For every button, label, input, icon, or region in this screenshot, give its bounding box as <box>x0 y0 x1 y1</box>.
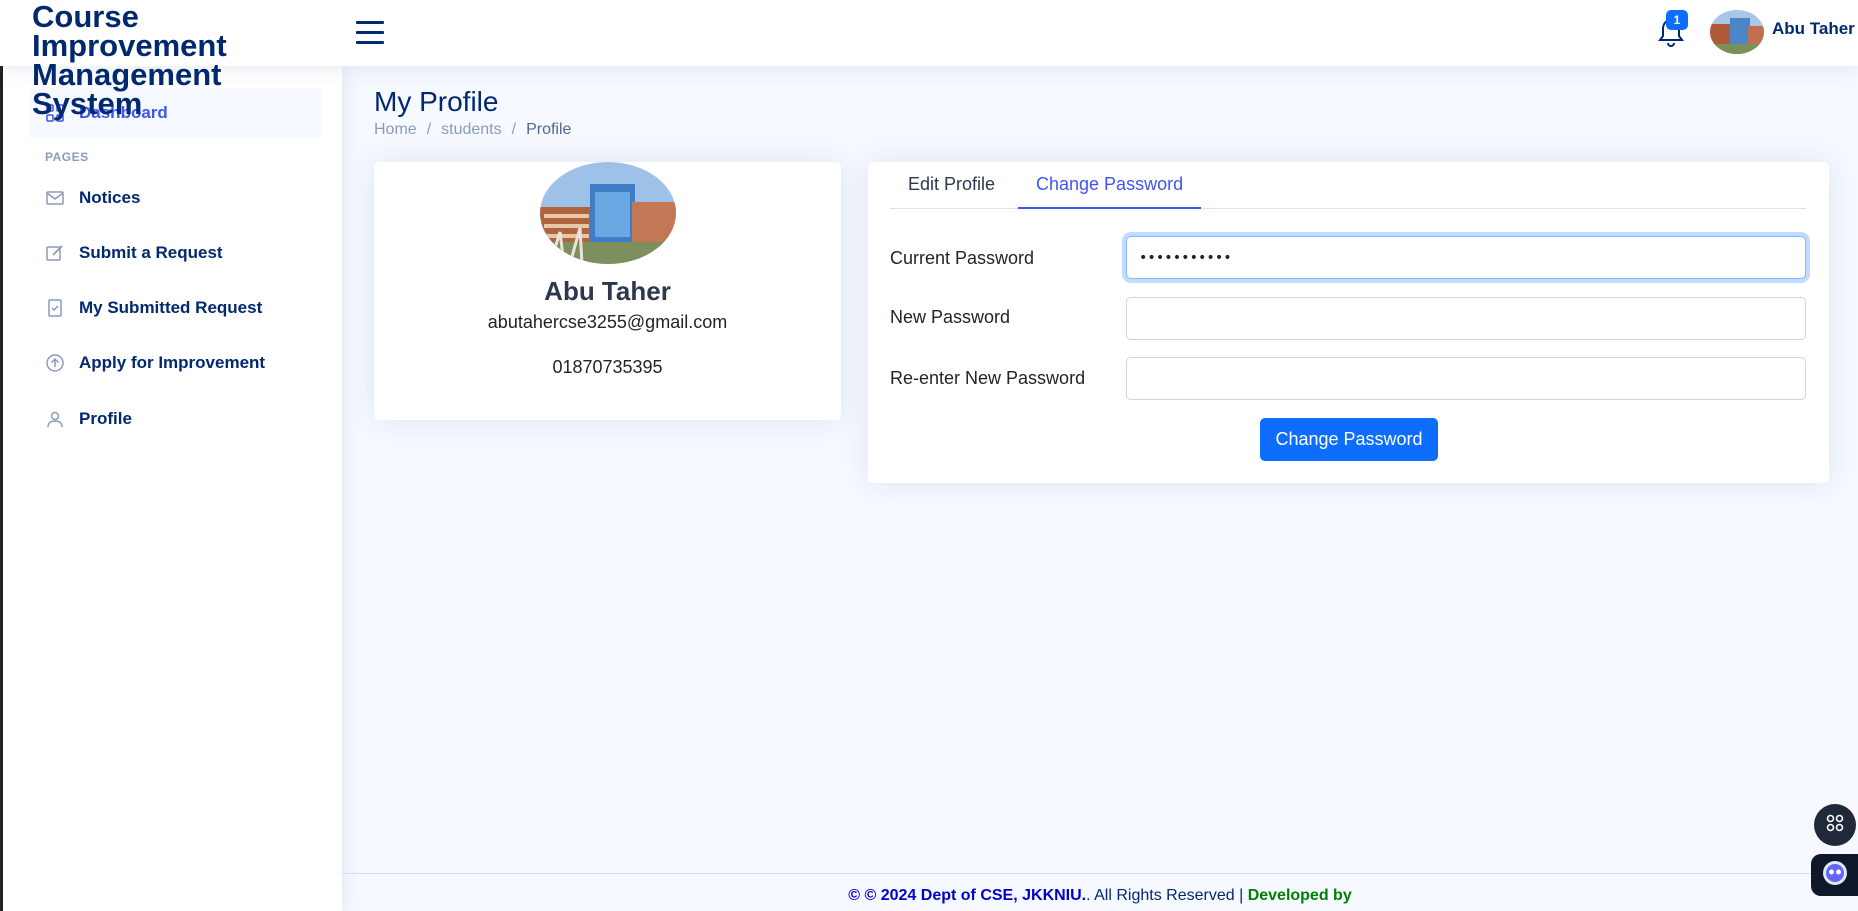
sidebar-heading: PAGES <box>45 150 89 164</box>
profile-email: abutahercse3255@gmail.com <box>487 312 728 332</box>
footer-rights: . All Rights Reserved | <box>1086 887 1248 904</box>
sidebar-item-profile[interactable]: Profile <box>29 394 321 444</box>
sidebar-item-apply-improvement[interactable]: Apply for Improvement <box>29 338 321 388</box>
current-password-label: Current Password <box>890 248 1035 268</box>
user-avatar[interactable] <box>1710 10 1764 54</box>
app-logo[interactable]: Course Improvement Management System <box>32 1 332 119</box>
arrow-up-circle-icon <box>45 353 65 373</box>
tab-edit-profile[interactable]: Edit Profile <box>890 174 1013 209</box>
new-password-label: New Password <box>890 307 1011 327</box>
breadcrumb-home[interactable]: Home <box>374 121 417 139</box>
chatbot-icon <box>1821 859 1849 891</box>
change-password-button[interactable]: Change Password <box>1260 418 1438 461</box>
user-dropdown[interactable]: Abu Taher ▾ <box>1772 19 1858 39</box>
pencil-square-icon <box>45 243 65 263</box>
notification-count-badge: 1 <box>1666 10 1688 30</box>
tab-change-password[interactable]: Change Password <box>1018 174 1202 209</box>
sidebar: Dashboard PAGES Notices Submit a Request… <box>0 66 342 911</box>
menu-toggle-icon[interactable] <box>356 18 384 44</box>
person-icon <box>45 409 65 429</box>
sidebar-item-label: Submit a Request <box>79 243 223 262</box>
profile-tabs-card: Edit Profile Change Password Current Pas… <box>868 162 1829 483</box>
envelope-icon <box>45 188 65 208</box>
breadcrumb-students[interactable]: students <box>441 121 501 139</box>
new-password-input[interactable] <box>1126 297 1806 340</box>
reenter-password-input[interactable] <box>1126 357 1806 400</box>
current-password-input[interactable] <box>1126 236 1806 279</box>
footer-copyright: © © 2024 Dept of CSE, JKKNIU. <box>848 887 1087 904</box>
floating-chat-button[interactable] <box>1811 854 1858 896</box>
profile-name: Abu Taher <box>544 276 671 306</box>
sidebar-item-my-submitted-request[interactable]: My Submitted Request <box>29 283 321 333</box>
sidebar-item-submit-request[interactable]: Submit a Request <box>29 228 321 278</box>
sidebar-item-label: Notices <box>79 188 141 207</box>
page-title: My Profile <box>374 86 499 117</box>
journal-check-icon <box>45 298 65 318</box>
profile-phone: 01870735395 <box>552 357 663 377</box>
tab-bar: Edit Profile Change Password <box>890 162 1806 209</box>
breadcrumb: Home / students / Profile <box>374 121 571 139</box>
footer: © © 2024 Dept of CSE, JKKNIU.. All Right… <box>342 873 1858 911</box>
sidebar-item-notices[interactable]: Notices <box>29 173 321 223</box>
floating-apps-button[interactable] <box>1814 804 1856 846</box>
sidebar-item-label: Apply for Improvement <box>79 353 266 372</box>
breadcrumb-separator: / <box>511 121 517 138</box>
apps-grid-icon <box>1825 813 1845 837</box>
breadcrumb-current: Profile <box>526 121 572 138</box>
sidebar-item-label: Profile <box>79 409 132 428</box>
profile-card: Abu Taher abutahercse3255@gmail.com 0187… <box>374 162 841 420</box>
top-header: Course Improvement Management System 1 A… <box>0 0 1858 119</box>
profile-photo <box>540 162 676 264</box>
sidebar-item-label: My Submitted Request <box>79 298 263 317</box>
breadcrumb-separator: / <box>426 121 432 138</box>
user-name-label: Abu Taher <box>1772 19 1855 38</box>
reenter-password-label: Re-enter New Password <box>890 368 1086 388</box>
footer-developed-by: Developed by <box>1247 887 1352 904</box>
